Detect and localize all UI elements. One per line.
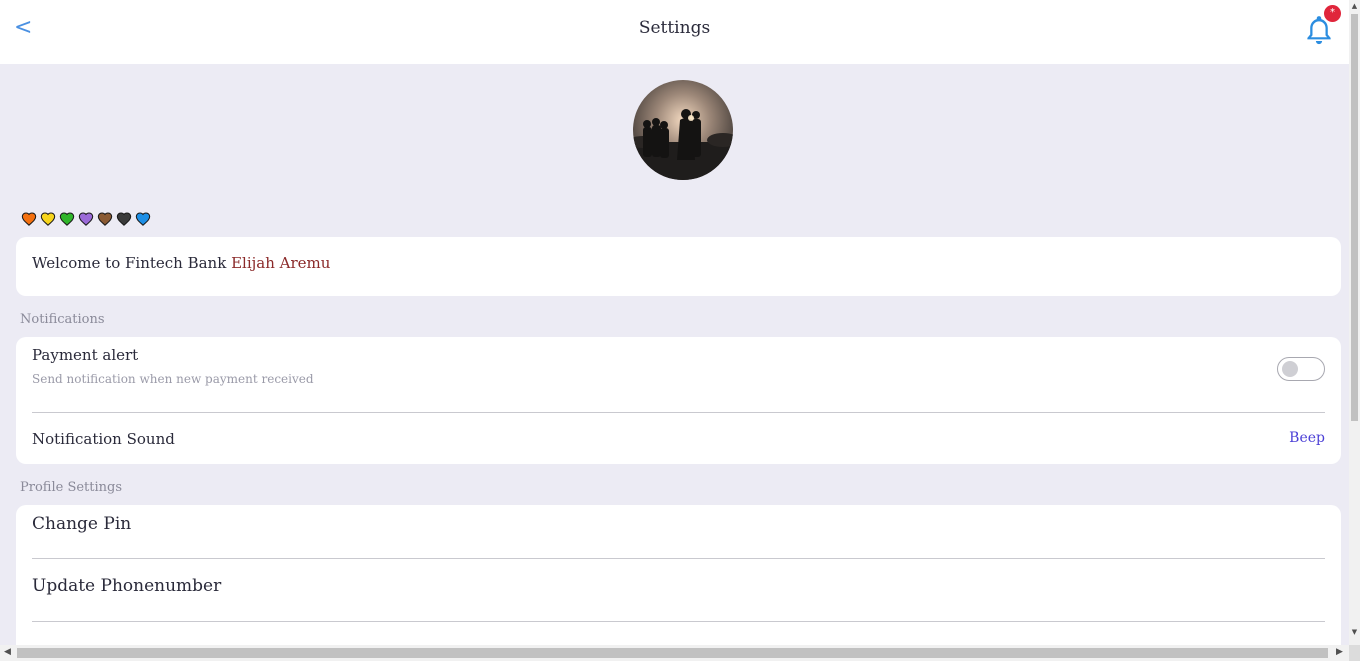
notifications-section-label: Notifications: [20, 312, 105, 327]
vertical-scrollbar[interactable]: ▲ ▼: [1349, 0, 1360, 645]
blue-heart-icon: [135, 212, 151, 226]
toggle-knob: [1282, 361, 1298, 377]
top-bar: < Settings: [0, 0, 1349, 64]
welcome-message: Welcome to Fintech Bank Elijah Aremu: [32, 254, 330, 272]
divider: [32, 412, 1325, 413]
avatar[interactable]: [633, 80, 733, 180]
scrollbar-corner: [1349, 645, 1360, 661]
divider: [32, 621, 1325, 622]
update-phonenumber-item[interactable]: Update Phonenumber: [32, 576, 221, 596]
scroll-down-icon[interactable]: ▼: [1350, 628, 1359, 636]
purple-heart-icon: [78, 212, 94, 226]
orange-heart-icon: [21, 212, 37, 226]
scroll-left-icon[interactable]: ◀: [4, 647, 11, 657]
notifications-card: Payment alert Send notification when new…: [16, 337, 1341, 464]
brown-heart-icon: [97, 212, 113, 226]
scroll-right-icon[interactable]: ▶: [1336, 647, 1343, 657]
green-heart-icon: [59, 212, 75, 226]
divider: [32, 558, 1325, 559]
notification-sound-title: Notification Sound: [32, 430, 175, 448]
vertical-scrollbar-thumb[interactable]: [1351, 14, 1358, 421]
scroll-up-icon[interactable]: ▲: [1350, 2, 1359, 10]
notification-badge: *: [1324, 5, 1341, 22]
payment-alert-title: Payment alert: [32, 346, 139, 364]
user-name: Elijah Aremu: [231, 254, 331, 272]
black-heart-icon: [116, 212, 132, 226]
payment-alert-subtitle: Send notification when new payment recei…: [32, 372, 314, 386]
welcome-prefix: Welcome to Fintech Bank: [32, 254, 227, 272]
welcome-card: Welcome to Fintech Bank Elijah Aremu: [16, 237, 1341, 296]
app-viewport: < Settings * Welcome to Fintech Bank Eli…: [0, 0, 1349, 645]
yellow-heart-icon: [40, 212, 56, 226]
heart-emoji-row: [21, 211, 151, 227]
notification-sound-value[interactable]: Beep: [1289, 430, 1325, 446]
profile-settings-section-label: Profile Settings: [20, 480, 123, 495]
page-title: Settings: [638, 18, 711, 38]
profile-settings-card: Change Pin Update Phonenumber: [16, 505, 1341, 645]
horizontal-scrollbar[interactable]: ◀ ▶: [0, 645, 1349, 661]
payment-alert-toggle[interactable]: [1277, 357, 1325, 381]
change-pin-item[interactable]: Change Pin: [32, 514, 131, 534]
horizontal-scrollbar-thumb[interactable]: [17, 648, 1328, 658]
